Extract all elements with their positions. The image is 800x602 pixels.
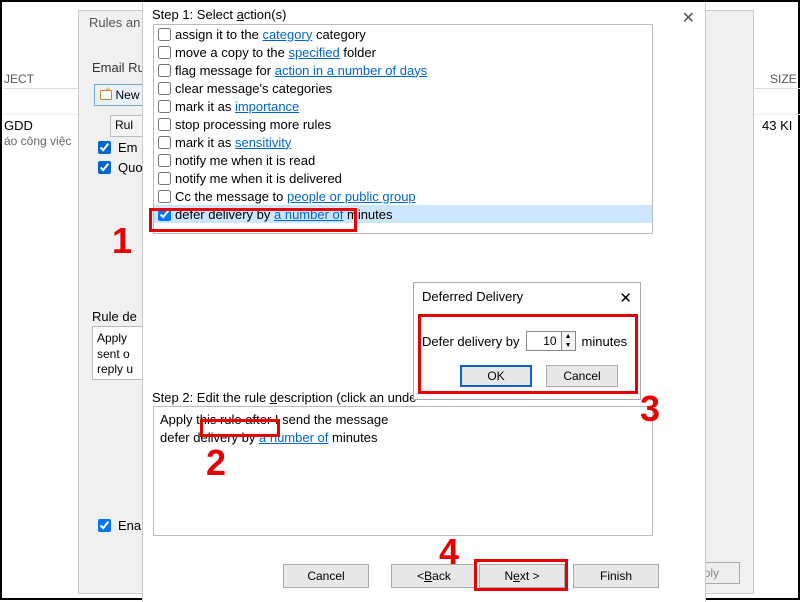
rule-checkbox[interactable]: [98, 161, 111, 174]
action-item[interactable]: flag message for action in a number of d…: [154, 61, 652, 79]
rule-name: Em: [118, 140, 138, 155]
action-checkbox[interactable]: [158, 64, 171, 77]
minutes-spinner[interactable]: ▲ ▼: [526, 331, 576, 351]
column-header-size[interactable]: SIZE: [770, 72, 797, 86]
column-header-subject[interactable]: JECT: [4, 72, 34, 86]
action-checkbox[interactable]: [158, 28, 171, 41]
minutes-input[interactable]: [527, 332, 561, 350]
step1-label: Step 1: Select action(s): [152, 7, 286, 22]
step2-label: Step 2: Edit the rule description (click…: [152, 390, 417, 405]
mail-size: 43 KI: [762, 118, 792, 133]
action-item[interactable]: assign it to the category category: [154, 25, 652, 43]
action-link[interactable]: people or public group: [287, 189, 416, 204]
window-title: Rules an: [89, 15, 140, 30]
spinner-down-icon[interactable]: ▼: [561, 341, 575, 350]
desc-line: Apply this rule after I send the message: [160, 412, 388, 427]
new-rule-label: New: [115, 88, 139, 102]
action-item[interactable]: mark it as importance: [154, 97, 652, 115]
rule-checkbox[interactable]: [98, 141, 111, 154]
enable-rules-checkbox[interactable]: [98, 519, 111, 532]
rule-column-header: Rul: [110, 115, 146, 137]
action-label: notify me when it is delivered: [175, 171, 342, 186]
action-item[interactable]: clear message's categories: [154, 79, 652, 97]
desc-line: minutes: [328, 430, 377, 445]
action-checkbox[interactable]: [158, 82, 171, 95]
mail-row[interactable]: GDD áo công việc: [4, 118, 71, 148]
action-label: move a copy to the specified folder: [175, 45, 376, 60]
minutes-label: minutes: [582, 334, 628, 349]
action-label: notify me when it is read: [175, 153, 315, 168]
action-checkbox[interactable]: [158, 118, 171, 131]
action-label: clear message's categories: [175, 81, 332, 96]
action-label: stop processing more rules: [175, 117, 331, 132]
action-link[interactable]: sensitivity: [235, 135, 291, 150]
next-button[interactable]: Next >: [479, 564, 565, 588]
mail-preview: áo công việc: [4, 134, 71, 148]
action-item[interactable]: mark it as sensitivity: [154, 133, 652, 151]
rule-name: Quo: [118, 160, 143, 175]
action-checkbox[interactable]: [158, 172, 171, 185]
action-link[interactable]: specified: [288, 45, 339, 60]
action-link[interactable]: a number of: [274, 207, 343, 222]
deferred-delivery-dialog: Deferred Delivery ✕ Defer delivery by ▲ …: [413, 282, 641, 400]
defer-label: Defer delivery by: [422, 334, 520, 349]
action-checkbox[interactable]: [158, 190, 171, 203]
mail-subject: GDD: [4, 118, 33, 133]
rule-list-item[interactable]: Quo: [94, 158, 143, 176]
action-link[interactable]: action in a number of days: [275, 63, 427, 78]
action-checkbox[interactable]: [158, 154, 171, 167]
cancel-button[interactable]: Cancel: [283, 564, 369, 588]
desc-line: defer delivery by: [160, 430, 259, 445]
action-item[interactable]: move a copy to the specified folder: [154, 43, 652, 61]
action-checkbox[interactable]: [158, 100, 171, 113]
enable-rules-checkbox-row[interactable]: Enab: [94, 516, 148, 535]
dialog-title: Deferred Delivery: [422, 289, 523, 304]
actions-list[interactable]: assign it to the category category move a…: [153, 24, 653, 234]
back-button[interactable]: < Back: [391, 564, 477, 588]
action-checkbox[interactable]: [158, 208, 171, 221]
action-label: mark it as sensitivity: [175, 135, 291, 150]
rule-list-item[interactable]: Em: [94, 138, 138, 156]
new-rule-button[interactable]: New: [94, 84, 146, 106]
action-label: Cc the message to people or public group: [175, 189, 416, 204]
action-item[interactable]: notify me when it is delivered: [154, 169, 652, 187]
a-number-of-link[interactable]: a number of: [259, 430, 328, 445]
action-item[interactable]: stop processing more rules: [154, 115, 652, 133]
action-checkbox[interactable]: [158, 136, 171, 149]
action-link[interactable]: category: [262, 27, 312, 42]
new-rule-icon: [100, 90, 112, 100]
action-item[interactable]: defer delivery by a number of minutes: [154, 205, 652, 223]
finish-button[interactable]: Finish: [573, 564, 659, 588]
action-link[interactable]: importance: [235, 99, 299, 114]
spinner-up-icon[interactable]: ▲: [561, 332, 575, 341]
close-icon[interactable]: ✕: [682, 8, 695, 28]
rule-description-label: Rule de: [92, 309, 137, 324]
action-label: defer delivery by a number of minutes: [175, 207, 393, 222]
action-label: assign it to the category category: [175, 27, 366, 42]
email-rules-label: Email Ru: [92, 60, 145, 75]
ok-button[interactable]: OK: [460, 365, 532, 387]
rule-description-editor[interactable]: Apply this rule after I send the message…: [153, 406, 653, 536]
action-label: flag message for action in a number of d…: [175, 63, 427, 78]
action-label: mark it as importance: [175, 99, 299, 114]
close-icon[interactable]: ✕: [619, 289, 632, 307]
cancel-button[interactable]: Cancel: [546, 365, 618, 387]
action-item[interactable]: Cc the message to people or public group: [154, 187, 652, 205]
action-checkbox[interactable]: [158, 46, 171, 59]
action-item[interactable]: notify me when it is read: [154, 151, 652, 169]
